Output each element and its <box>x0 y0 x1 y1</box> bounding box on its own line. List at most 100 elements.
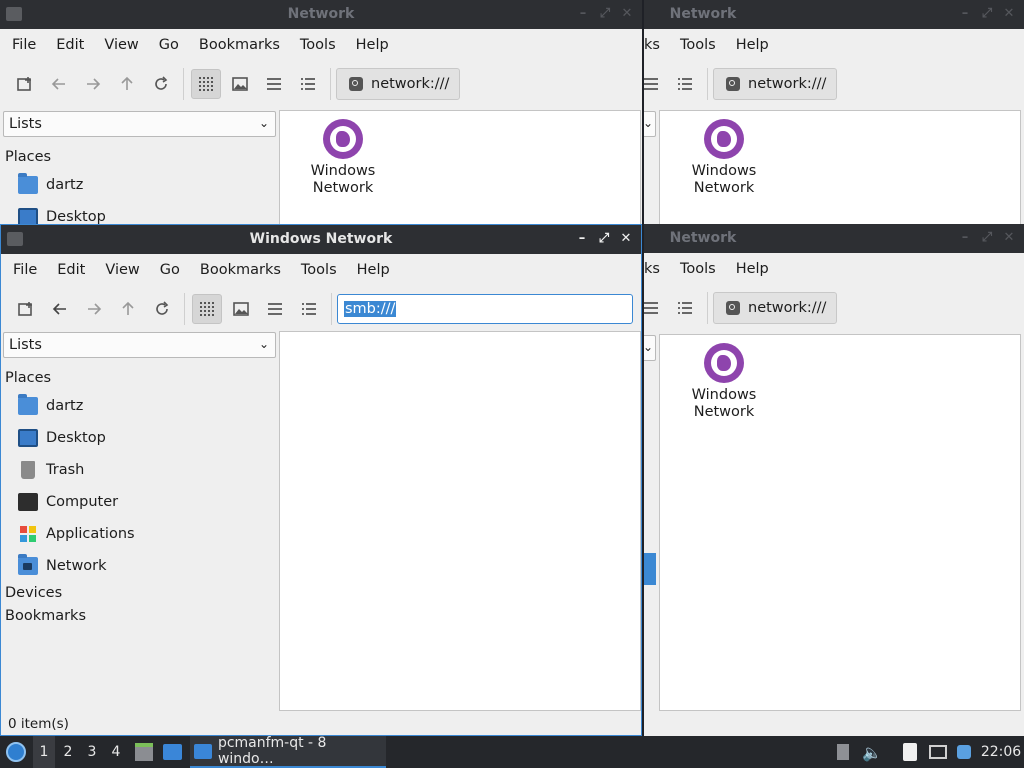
devices-label[interactable]: Devices <box>5 585 62 601</box>
menu-edit[interactable]: Edit <box>47 262 95 278</box>
sidebar-item-dartz[interactable]: dartz <box>18 394 83 418</box>
workspace-1[interactable]: 1 <box>33 736 55 768</box>
clipboard-tray[interactable] <box>898 736 922 768</box>
sidebar-item-computer[interactable]: Computer <box>18 490 118 514</box>
icon-view-icon[interactable] <box>192 294 222 324</box>
menu-file[interactable]: File <box>0 37 46 53</box>
reload-icon[interactable] <box>146 69 176 99</box>
up-arrow-icon[interactable] <box>113 294 143 324</box>
back-arrow-icon[interactable] <box>45 294 75 324</box>
close-icon[interactable]: ✕ <box>1000 5 1018 23</box>
sidebar-item-trash[interactable]: Trash <box>18 458 84 482</box>
task-pcmanfm-qt[interactable]: pcmanfm-qt - 8 windo… <box>190 735 386 768</box>
sidebar-item-desktop[interactable]: Desktop <box>18 426 106 450</box>
new-tab-icon[interactable] <box>10 69 40 99</box>
detailed-list-view-icon[interactable] <box>294 294 324 324</box>
maximize-icon[interactable]: ⤢ <box>978 229 996 247</box>
location-bar[interactable]: network:/// <box>713 292 838 324</box>
menu-file[interactable]: File <box>1 262 47 278</box>
close-icon[interactable]: ✕ <box>1000 229 1018 247</box>
thumbnail-view-icon[interactable] <box>225 69 255 99</box>
location-bar[interactable]: network:/// <box>713 68 838 100</box>
titlebar[interactable]: Network – ⤢ ✕ <box>0 0 642 29</box>
menu-bookmarks[interactable]: Bookmarks <box>189 37 290 53</box>
menu-help[interactable]: Help <box>726 37 779 53</box>
workspace-2[interactable]: 2 <box>57 736 79 768</box>
sidebar-item-applications[interactable]: Applications <box>18 522 135 546</box>
minimize-icon[interactable]: – <box>956 5 974 23</box>
compact-view-icon[interactable] <box>644 69 666 99</box>
file-view[interactable]: Windows Network <box>659 110 1021 224</box>
file-view[interactable]: Windows Network <box>279 110 641 224</box>
scrollbar-handle[interactable] <box>644 553 656 585</box>
menu-view[interactable]: View <box>95 262 149 278</box>
file-item-windows-network[interactable]: Windows Network <box>298 119 388 197</box>
detailed-list-view-icon[interactable] <box>293 69 323 99</box>
detailed-list-view-icon[interactable] <box>670 293 700 323</box>
clock[interactable]: 22:06 <box>978 736 1024 768</box>
location-bar[interactable]: network:/// <box>336 68 461 100</box>
menu-edit[interactable]: Edit <box>46 37 94 53</box>
show-desktop-button[interactable] <box>160 736 184 768</box>
path-input[interactable]: smb:/// <box>337 294 633 324</box>
titlebar[interactable]: Windows Network – ⤢ ✕ <box>1 225 641 254</box>
maximize-icon[interactable]: ⤢ <box>978 5 996 23</box>
detailed-list-view-icon[interactable] <box>670 69 700 99</box>
menu-bookmarks[interactable]: Bookmarks <box>190 262 291 278</box>
close-icon[interactable]: ✕ <box>618 5 636 23</box>
file-item-windows-network[interactable]: Windows Network <box>679 119 769 197</box>
side-pane-mode-select[interactable]: ⌄ <box>644 335 656 361</box>
sidebar-item-desktop[interactable]: Desktop <box>18 205 106 224</box>
maximize-icon[interactable]: ⤢ <box>596 5 614 23</box>
volume-control[interactable]: 🔈 <box>860 736 884 768</box>
file-view-empty[interactable] <box>279 331 641 711</box>
workspace-4[interactable]: 4 <box>105 736 127 768</box>
menu-help[interactable]: Help <box>346 37 399 53</box>
tray-show-hidden-button[interactable] <box>834 736 852 768</box>
workspace-3[interactable]: 3 <box>81 736 103 768</box>
menu-tools[interactable]: Tools <box>291 262 347 278</box>
menu-view[interactable]: View <box>94 37 148 53</box>
file-view[interactable]: Windows Network <box>659 334 1021 711</box>
side-pane-mode-select[interactable]: ⌄ <box>644 111 656 137</box>
compact-view-icon[interactable] <box>260 294 290 324</box>
forward-arrow-icon[interactable] <box>79 294 109 324</box>
network-tray[interactable] <box>926 736 950 768</box>
file-manager-launcher[interactable] <box>132 736 156 768</box>
menu-go[interactable]: Go <box>149 37 189 53</box>
menu-help[interactable]: Help <box>726 261 779 277</box>
icon-view-icon[interactable] <box>191 69 221 99</box>
reload-icon[interactable] <box>147 294 177 324</box>
forward-arrow-icon[interactable] <box>78 69 108 99</box>
titlebar[interactable]: Network – ⤢ ✕ <box>644 224 1024 253</box>
minimize-icon[interactable]: – <box>573 230 591 248</box>
new-tab-icon[interactable] <box>11 294 41 324</box>
menu-tools[interactable]: Tools <box>670 37 726 53</box>
start-menu-button[interactable] <box>2 736 30 768</box>
minimize-icon[interactable]: – <box>574 5 592 23</box>
menu-tools[interactable]: Tools <box>290 37 346 53</box>
bookmarks-label[interactable]: Bookmarks <box>5 608 86 624</box>
menu-help[interactable]: Help <box>347 262 400 278</box>
sidebar-item-network[interactable]: Network <box>18 554 107 578</box>
menu-go[interactable]: Go <box>150 262 190 278</box>
update-notifier-tray[interactable] <box>952 736 976 768</box>
compact-view-icon[interactable] <box>259 69 289 99</box>
close-icon[interactable]: ✕ <box>617 230 635 248</box>
file-item-windows-network[interactable]: Windows Network <box>679 343 769 421</box>
titlebar[interactable]: Network – ⤢ ✕ <box>644 0 1024 29</box>
back-arrow-icon[interactable] <box>44 69 74 99</box>
menu-bookmarks-partial[interactable]: ks <box>644 261 670 277</box>
arrow-up-icon <box>837 744 849 760</box>
thumbnail-view-icon[interactable] <box>226 294 256 324</box>
menu-tools[interactable]: Tools <box>670 261 726 277</box>
minimize-icon[interactable]: – <box>956 229 974 247</box>
menu-bookmarks-partial[interactable]: ks <box>644 37 670 53</box>
compact-view-icon[interactable] <box>644 293 666 323</box>
side-pane-mode-select[interactable]: Lists ⌄ <box>3 111 276 137</box>
up-arrow-icon[interactable] <box>112 69 142 99</box>
network-globe-icon <box>704 343 744 383</box>
side-pane-mode-select[interactable]: Lists ⌄ <box>3 332 276 358</box>
maximize-icon[interactable]: ⤢ <box>595 230 613 248</box>
sidebar-item-dartz[interactable]: dartz <box>18 173 83 197</box>
